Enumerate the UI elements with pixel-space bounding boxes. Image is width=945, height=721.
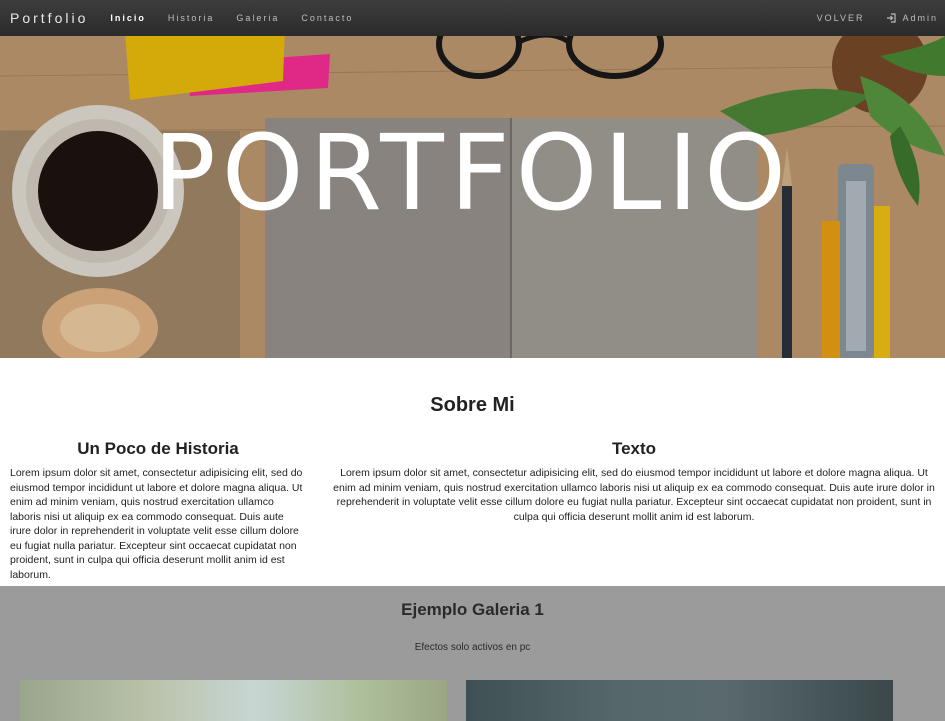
gallery-image-2[interactable] — [466, 680, 893, 721]
history-heading: Un Poco de Historia — [77, 439, 239, 458]
gallery-title: Ejemplo Galeria 1 — [401, 600, 544, 619]
nav-link-inicio[interactable]: Inicio — [110, 13, 146, 23]
nav-right: VOLVER Admin — [817, 13, 938, 23]
gallery-section: Ejemplo Galeria 1 Efectos solo activos e… — [0, 586, 945, 721]
text-body: Lorem ipsum dolor sit amet, consectetur … — [333, 467, 935, 523]
nav-link-galeria[interactable]: Galeria — [236, 13, 279, 23]
admin-label: Admin — [902, 13, 938, 23]
sign-in-icon — [887, 13, 897, 23]
volver-link[interactable]: VOLVER — [817, 13, 865, 23]
brand-logo[interactable]: Portfolio — [10, 10, 88, 26]
about-section: Sobre Mi Un Poco de Historia Lorem ipsum… — [0, 358, 945, 586]
nav-link-historia[interactable]: Historia — [168, 13, 215, 23]
text-column: Texto Lorem ipsum dolor sit amet, consec… — [328, 439, 940, 524]
text-heading: Texto — [611, 439, 657, 458]
hero-banner: PORTFOLIO — [0, 36, 945, 358]
navbar: Portfolio Inicio Historia Galeria Contac… — [0, 0, 945, 36]
about-title: Sobre Mi — [430, 394, 515, 416]
history-text: Lorem ipsum dolor sit amet, consectetur … — [10, 467, 303, 581]
gallery-subtitle: Efectos solo activos en pc — [414, 642, 531, 653]
admin-link[interactable]: Admin — [886, 13, 938, 23]
gallery-image-1[interactable] — [20, 680, 447, 721]
hero-title: PORTFOLIO — [153, 112, 792, 234]
nav-link-contacto[interactable]: Contacto — [301, 13, 353, 23]
history-column: Un Poco de Historia Lorem ipsum dolor si… — [10, 439, 306, 582]
